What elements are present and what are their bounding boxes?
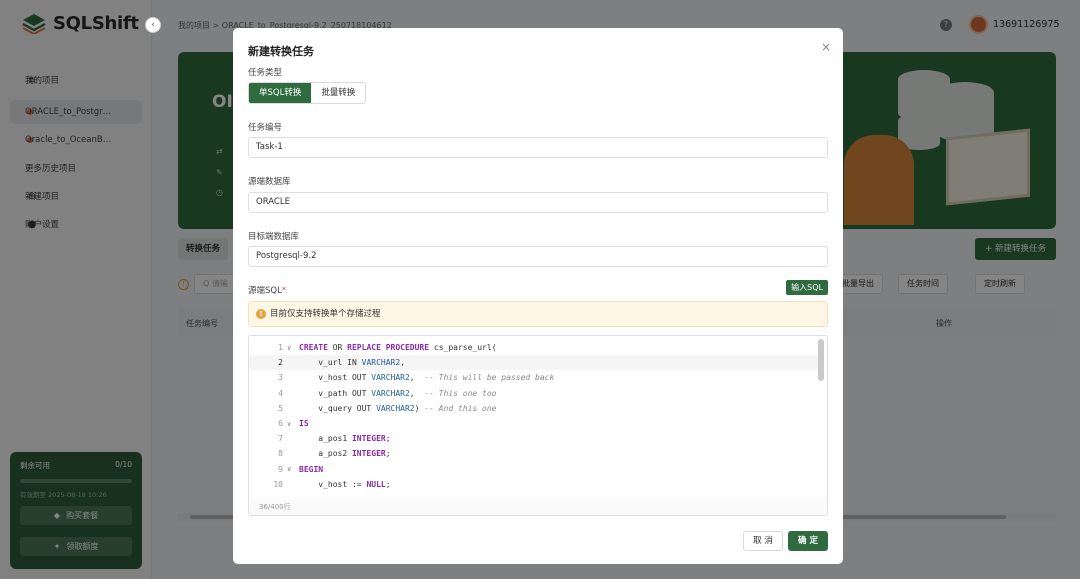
code-text: a_pos2 INTEGER; — [299, 449, 391, 459]
code-line[interactable]: 6 ∨ IS — [249, 416, 819, 431]
code-text: BEGIN — [299, 464, 324, 474]
source-sql-label-text: 源端SQL — [248, 286, 282, 296]
code-line[interactable]: 9 ∨ BEGIN — [249, 462, 819, 477]
target-db-field[interactable]: Postgresql-9.2 — [248, 246, 828, 267]
code-text: v_query OUT VARCHAR2) -- And this one — [299, 403, 497, 413]
code-text: v_url IN VARCHAR2, — [299, 358, 405, 368]
code-line[interactable]: 1 ∨ CREATE OR REPLACE PROCEDURE cs_parse_u… — [249, 340, 819, 355]
task-id-field[interactable]: Task-1 — [248, 137, 828, 158]
info-tip: ! 目前仅支持转换单个存储过程 — [248, 301, 828, 327]
cancel-button[interactable]: 取 消 — [743, 531, 783, 551]
line-number: 10 — [273, 479, 283, 489]
code-text: v_host OUT VARCHAR2, -- This will be pas… — [299, 373, 555, 383]
line-number: 2 — [278, 358, 283, 368]
code-text: v_host := NULL; — [299, 479, 391, 489]
line-number: 7 — [278, 434, 283, 444]
source-sql-label: 源端SQL* — [248, 284, 286, 296]
new-task-dialog: 新建转换任务 × 任务类型 单SQL转换 批量转换 任务编号 Task-1 源端… — [233, 28, 843, 564]
fold-chevron-icon[interactable]: ∨ — [287, 344, 299, 352]
code-line[interactable]: 8 a_pos2 INTEGER; — [249, 446, 819, 461]
code-lines: 1 ∨ CREATE OR REPLACE PROCEDURE cs_parse_u… — [249, 340, 819, 492]
editor-scrollbar[interactable] — [818, 339, 824, 381]
code-line[interactable]: 7 a_pos1 INTEGER; — [249, 431, 819, 446]
close-icon[interactable]: × — [821, 40, 831, 54]
tip-text: 目前仅支持转换单个存储过程 — [270, 309, 381, 319]
task-type-batch[interactable]: 批量转换 — [311, 83, 366, 103]
code-line[interactable]: 3 v_host OUT VARCHAR2, -- This will be p… — [249, 370, 819, 385]
source-db-field[interactable]: ORACLE — [248, 192, 828, 213]
line-number: 3 — [278, 373, 283, 383]
line-number: 9 — [278, 464, 283, 474]
code-text: IS — [299, 419, 309, 429]
confirm-button[interactable]: 确 定 — [788, 531, 828, 551]
target-db-label: 目标端数据库 — [248, 232, 300, 242]
required-mark: * — [281, 286, 287, 296]
line-number: 1 — [278, 343, 283, 353]
code-text: v_path OUT VARCHAR2, -- This one too — [299, 388, 497, 398]
line-number: 5 — [278, 403, 283, 413]
fold-chevron-icon[interactable]: ∨ — [287, 465, 299, 473]
code-text: a_pos1 INTEGER; — [299, 434, 391, 444]
line-count: 36/400行 — [249, 499, 827, 515]
code-line[interactable]: 10 v_host := NULL; — [249, 477, 819, 492]
code-line[interactable]: 4 v_path OUT VARCHAR2, -- This one too — [249, 386, 819, 401]
warning-icon: ! — [256, 309, 266, 319]
code-text: CREATE OR REPLACE PROCEDURE cs_parse_url… — [299, 343, 497, 353]
dialog-title: 新建转换任务 — [248, 45, 314, 58]
fold-chevron-icon[interactable]: ∨ — [287, 420, 299, 428]
source-db-label: 源端数据库 — [248, 177, 291, 187]
line-number: 4 — [278, 388, 283, 398]
sql-editor[interactable]: 1 ∨ CREATE OR REPLACE PROCEDURE cs_parse_u… — [248, 335, 828, 516]
code-line[interactable]: 2 v_url IN VARCHAR2, — [249, 355, 819, 371]
task-type-toggle: 单SQL转换 批量转换 — [248, 82, 367, 104]
line-number: 8 — [278, 449, 283, 459]
code-line[interactable]: 5 v_query OUT VARCHAR2) -- And this one — [249, 401, 819, 416]
collapse-sidebar-button[interactable]: ‹ — [145, 17, 161, 33]
line-number: 6 — [278, 419, 283, 429]
input-sql-button[interactable]: 输入SQL — [786, 280, 828, 295]
task-type-single-sql[interactable]: 单SQL转换 — [249, 83, 312, 103]
task-type-label: 任务类型 — [248, 68, 283, 78]
task-id-label: 任务编号 — [248, 123, 283, 133]
